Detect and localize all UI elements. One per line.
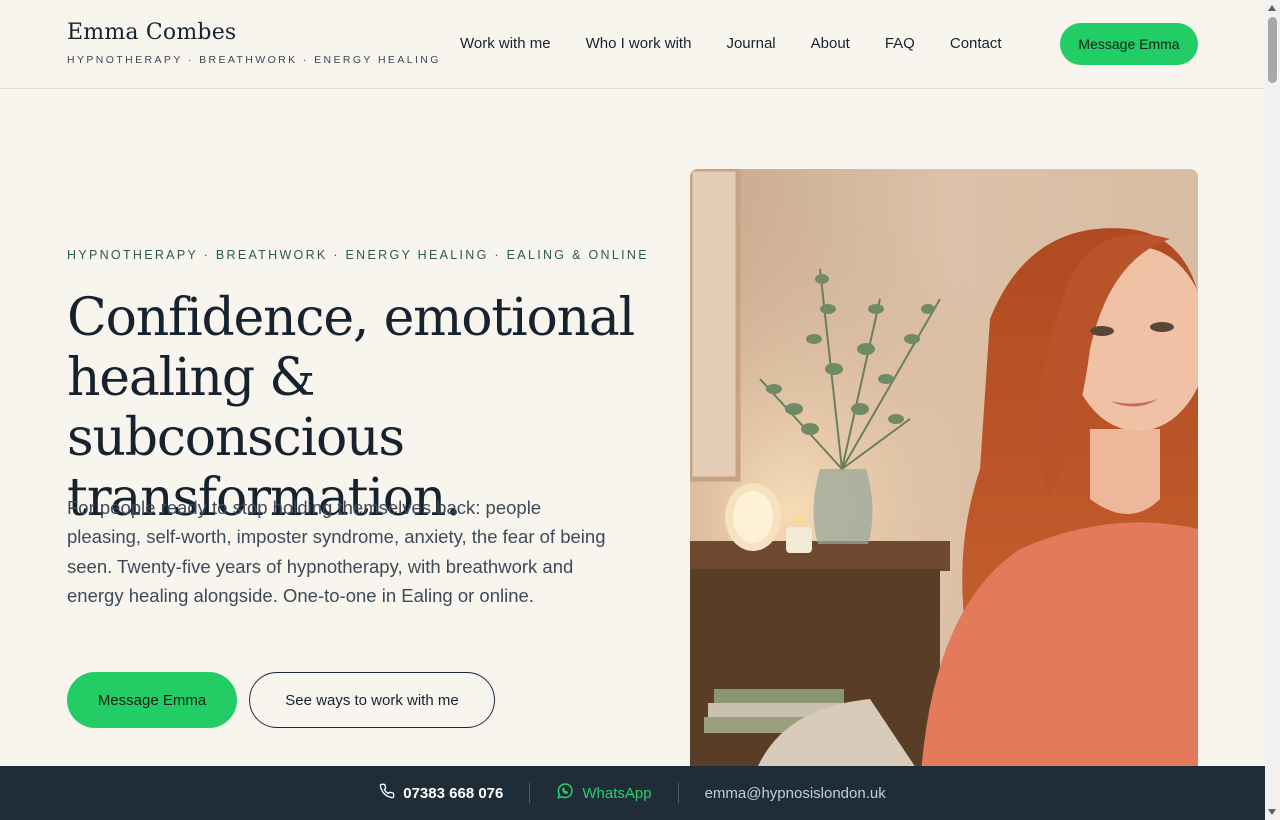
hero-eyebrow: HYPNOTHERAPY · BREATHWORK · ENERGY HEALI…	[67, 248, 649, 262]
sticky-contact-bar: 07383 668 076 WhatsApp emma@hypnosislond…	[0, 766, 1265, 820]
nav-contact[interactable]: Contact	[950, 35, 1002, 52]
portrait-illustration	[690, 169, 1198, 789]
hero-description: For people ready to stop holding themsel…	[67, 497, 606, 606]
nav-journal[interactable]: Journal	[726, 35, 775, 52]
nav-faq[interactable]: FAQ	[885, 35, 915, 52]
main-nav: Work with me Who I work with Journal Abo…	[460, 35, 1002, 52]
see-ways-button[interactable]: See ways to work with me	[249, 672, 495, 728]
nav-work-with-me[interactable]: Work with me	[460, 35, 551, 52]
page-scrollbar[interactable]	[1265, 0, 1280, 820]
brand[interactable]: Emma Combes HYPNOTHERAPY · BREATHWORK · …	[67, 20, 441, 66]
divider	[677, 783, 679, 803]
divider	[529, 783, 531, 803]
phone-icon	[379, 783, 395, 803]
nav-who-i-work-with[interactable]: Who I work with	[586, 35, 692, 52]
brand-name[interactable]: Emma Combes	[67, 20, 441, 45]
brand-tagline: HYPNOTHERAPY · BREATHWORK · ENERGY HEALI…	[67, 54, 441, 66]
whatsapp-label: WhatsApp	[582, 784, 652, 802]
whatsapp-link[interactable]: WhatsApp	[556, 782, 652, 804]
scroll-up-arrow-icon[interactable]	[1268, 5, 1276, 11]
nav-about[interactable]: About	[811, 35, 850, 52]
phone-number: 07383 668 076	[403, 784, 504, 802]
email-link[interactable]: emma@hypnosislondon.uk	[705, 785, 886, 802]
scroll-down-arrow-icon[interactable]	[1268, 809, 1276, 815]
scroll-thumb[interactable]	[1268, 17, 1277, 83]
message-emma-button[interactable]: Message Emma	[67, 672, 237, 728]
whatsapp-icon	[556, 782, 574, 804]
hero-portrait-photo	[690, 169, 1198, 789]
site-header: Emma Combes HYPNOTHERAPY · BREATHWORK · …	[0, 0, 1265, 89]
header-message-button[interactable]: Message Emma	[1060, 23, 1198, 65]
phone-link[interactable]: 07383 668 076	[379, 783, 503, 803]
hero-title: Confidence, emotional healing & subconsc…	[67, 288, 635, 528]
